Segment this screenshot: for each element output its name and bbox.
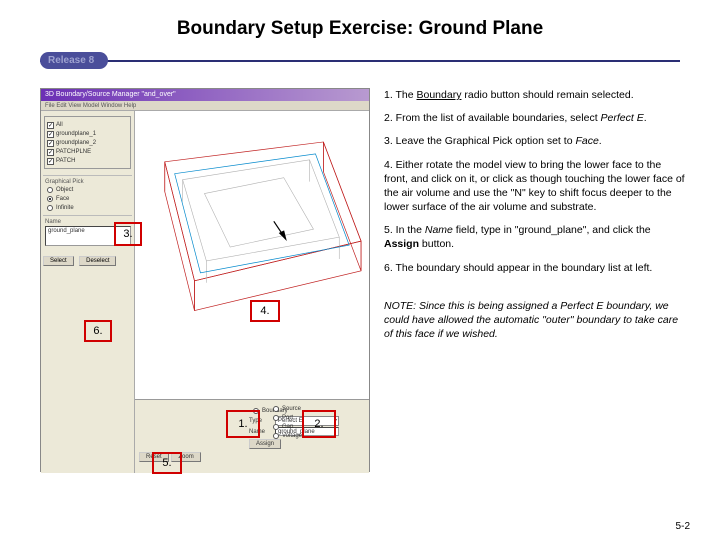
step-5: 5. In the Name field, type in "ground_pl… — [384, 223, 688, 251]
callout-3: 3. — [114, 222, 142, 246]
callout-5: 5. — [152, 452, 182, 474]
radio-icon[interactable] — [273, 406, 279, 412]
callout-4: 4. — [250, 300, 280, 322]
window-menubar: File Edit View Model Window Help — [41, 101, 369, 111]
radio-icon[interactable] — [47, 187, 53, 193]
vis-item[interactable]: groundplane_2 — [47, 139, 128, 147]
pick-option[interactable]: Face — [47, 195, 132, 203]
vis-item[interactable]: groundplane_1 — [47, 130, 128, 138]
left-panel: All groundplane_1 groundplane_2 PATCHPLN… — [41, 111, 135, 473]
step-2: 2. From the list of available boundaries… — [384, 111, 688, 125]
note: NOTE: Since this is being assigned a Per… — [384, 299, 688, 342]
window-titlebar: 3D Boundary/Source Manager "and_over" — [41, 89, 369, 101]
checkbox-icon[interactable] — [47, 140, 54, 147]
model-viewport[interactable] — [135, 111, 369, 399]
callout-6: 6. — [84, 320, 112, 342]
callout-1: 1. — [226, 410, 260, 438]
checkbox-icon[interactable] — [47, 149, 54, 156]
pick-option[interactable]: Infinite — [47, 204, 132, 212]
radio-icon[interactable] — [273, 424, 279, 430]
checkbox-icon[interactable] — [47, 158, 54, 165]
checkbox-icon[interactable] — [47, 131, 54, 138]
visibility-group: All groundplane_1 groundplane_2 PATCHPLN… — [44, 116, 131, 169]
radio-icon[interactable] — [47, 196, 53, 202]
step-3: 3. Leave the Graphical Pick option set t… — [384, 134, 688, 148]
graphical-pick-label: Graphical Pick — [45, 179, 132, 185]
release-bar: Release 8 — [40, 50, 680, 72]
radio-icon[interactable] — [47, 205, 53, 211]
page-number: 5-2 — [676, 521, 690, 532]
vis-item[interactable]: PATCH — [47, 157, 128, 165]
release-pill: Release 8 — [40, 52, 108, 69]
radio-icon[interactable] — [273, 415, 279, 421]
radio-icon[interactable] — [273, 433, 279, 439]
vis-item[interactable]: All — [47, 121, 128, 129]
vis-item[interactable]: PATCHPLNE — [47, 148, 128, 156]
deselect-button[interactable]: Deselect — [79, 256, 116, 266]
step-6: 6. The boundary should appear in the bou… — [384, 261, 688, 275]
page-title: Boundary Setup Exercise: Ground Plane — [0, 0, 720, 46]
select-button[interactable]: Select — [43, 256, 74, 266]
model-wireframe — [135, 111, 369, 399]
pick-option[interactable]: Object — [47, 186, 132, 194]
step-1: 1. The Boundary radio button should rema… — [384, 88, 688, 102]
step-4: 4. Either rotate the model view to bring… — [384, 158, 688, 215]
release-rule — [40, 60, 680, 62]
checkbox-icon[interactable] — [47, 122, 54, 129]
instructions: 1. The Boundary radio button should rema… — [384, 88, 688, 350]
callout-2: 2. — [302, 410, 336, 438]
